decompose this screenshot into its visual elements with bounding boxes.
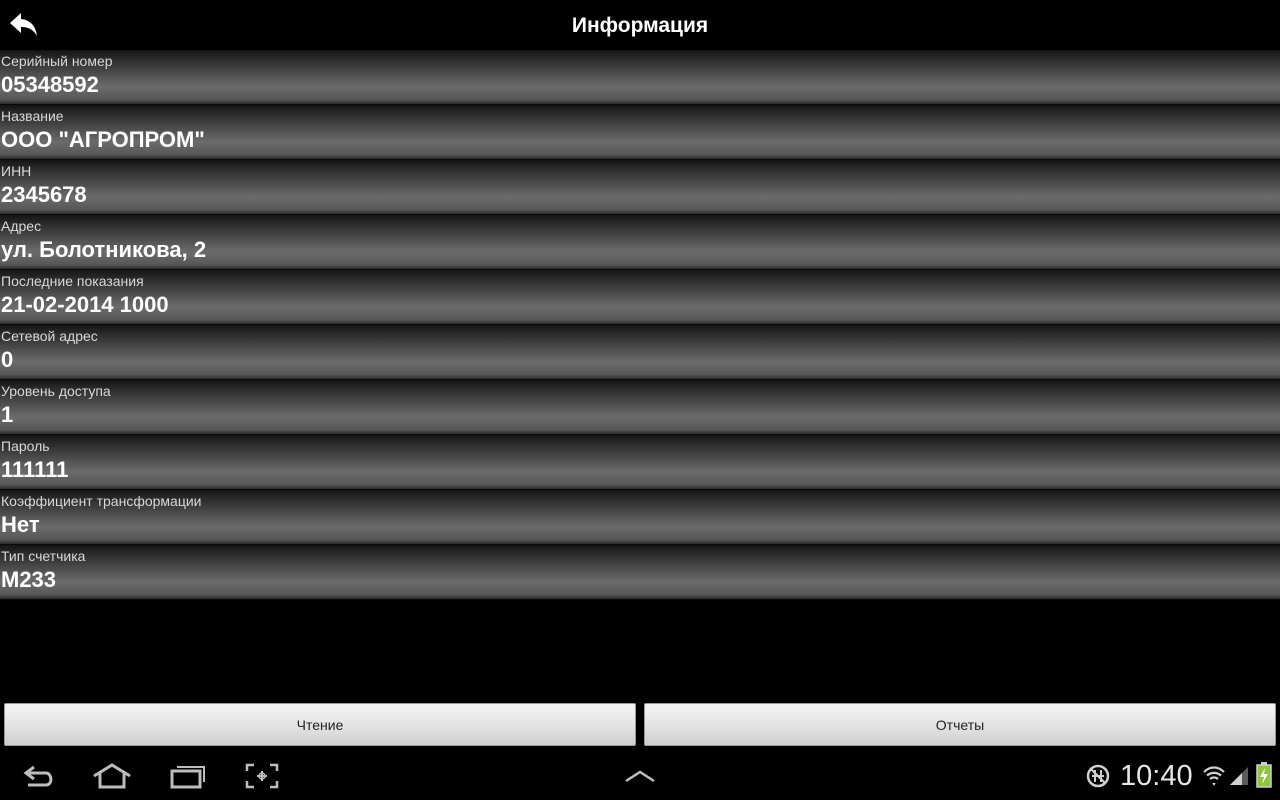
info-value: 21-02-2014 1000 bbox=[1, 292, 169, 317]
reports-button[interactable]: Отчеты bbox=[644, 703, 1276, 746]
info-row[interactable]: Пароль 111111 bbox=[0, 435, 1280, 490]
title-bar: Информация bbox=[0, 0, 1280, 50]
signal-icon bbox=[1230, 767, 1248, 785]
info-row[interactable]: Коэффициент трансформации Нет bbox=[0, 490, 1280, 545]
info-label: ИНН bbox=[1, 163, 32, 179]
home-icon bbox=[93, 763, 131, 789]
info-label: Коэффициент трансформации bbox=[1, 493, 202, 509]
back-arrow-icon bbox=[10, 13, 37, 36]
system-nav-bar: 10:40 bbox=[0, 752, 1280, 800]
app-screen: Информация Серийный номер 05348592 Названи… bbox=[0, 0, 1280, 800]
signal-status bbox=[1228, 764, 1250, 788]
info-row[interactable]: Последние показания 21-02-2014 1000 bbox=[0, 270, 1280, 325]
info-label: Сетевой адрес bbox=[1, 328, 98, 344]
nav-screenshot-button[interactable] bbox=[244, 760, 280, 792]
recent-apps-icon bbox=[170, 766, 205, 789]
wifi-icon bbox=[1203, 766, 1225, 786]
info-row[interactable]: Серийный номер 05348592 bbox=[0, 50, 1280, 105]
battery-charging-icon bbox=[1256, 762, 1272, 788]
read-button[interactable]: Чтение bbox=[4, 703, 636, 746]
usb-debug-icon bbox=[1086, 764, 1110, 788]
nav-menu-button[interactable] bbox=[622, 760, 658, 792]
info-row[interactable]: ИНН 2345678 bbox=[0, 160, 1280, 215]
info-row[interactable]: Название ООО "АГРОПРОМ" bbox=[0, 105, 1280, 160]
info-value: 2345678 bbox=[1, 182, 87, 207]
info-value: ООО "АГРОПРОМ" bbox=[1, 127, 205, 152]
wifi-status bbox=[1202, 764, 1226, 788]
info-label: Серийный номер bbox=[1, 53, 113, 69]
info-value: ул. Болотникова, 2 bbox=[1, 237, 207, 262]
info-label: Уровень доступа bbox=[1, 383, 111, 399]
nav-home-button[interactable] bbox=[90, 760, 134, 792]
reports-button-label: Отчеты bbox=[935, 716, 985, 733]
chevron-up-icon bbox=[625, 770, 655, 783]
nav-back-icon bbox=[23, 765, 53, 787]
info-label: Название bbox=[1, 108, 64, 124]
info-row[interactable]: Тип счетчика М233 bbox=[0, 545, 1280, 600]
info-value: Нет bbox=[1, 512, 40, 537]
info-value: 1 bbox=[1, 402, 14, 427]
info-label: Последние показания bbox=[1, 273, 144, 289]
info-value: 05348592 bbox=[1, 72, 99, 97]
read-button-label: Чтение bbox=[296, 716, 344, 733]
battery-status bbox=[1254, 762, 1274, 788]
nav-recent-button[interactable] bbox=[168, 760, 208, 792]
info-label: Тип счетчика bbox=[1, 548, 86, 564]
info-label: Пароль bbox=[1, 438, 50, 454]
info-row[interactable]: Адрес ул. Болотникова, 2 bbox=[0, 215, 1280, 270]
nav-back-button[interactable] bbox=[20, 760, 58, 792]
info-value: 0 bbox=[1, 347, 14, 372]
usb-debug-status bbox=[1086, 764, 1110, 788]
status-clock: 10:40 bbox=[1120, 760, 1193, 792]
page-title: Информация bbox=[571, 14, 709, 37]
screenshot-icon bbox=[245, 763, 279, 789]
info-row[interactable]: Сетевой адрес 0 bbox=[0, 325, 1280, 380]
back-button[interactable] bbox=[6, 8, 42, 42]
info-list: Серийный номер 05348592 Название ООО "АГРОП… bbox=[0, 50, 1280, 600]
info-value: М233 bbox=[1, 567, 57, 592]
info-label: Адрес bbox=[1, 218, 42, 234]
info-row[interactable]: Уровень доступа 1 bbox=[0, 380, 1280, 435]
info-value: 111111 bbox=[1, 457, 69, 482]
